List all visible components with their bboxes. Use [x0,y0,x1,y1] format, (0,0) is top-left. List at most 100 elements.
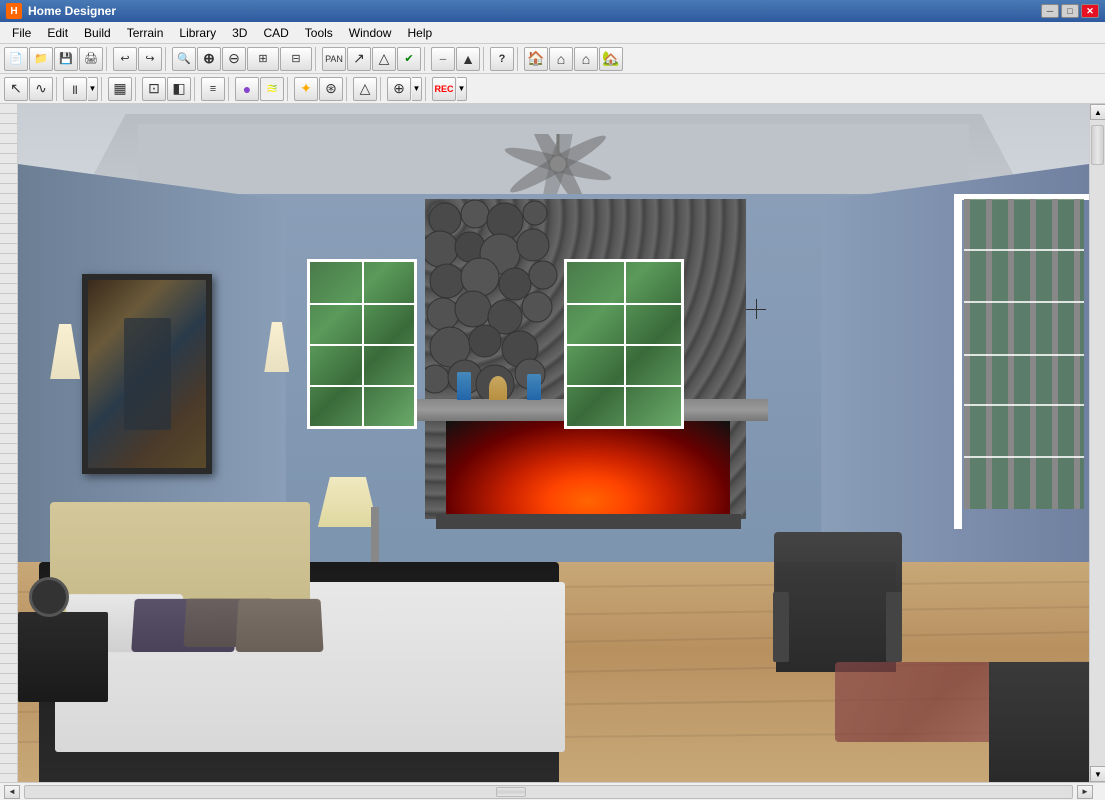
line-button[interactable]: ─ [431,47,455,71]
scrollbar-horizontal[interactable] [24,785,1073,799]
menu-item-edit[interactable]: Edit [39,24,76,42]
main-area: ▲ ▼ [0,104,1105,782]
separator-8 [101,77,105,101]
menu-item-terrain[interactable]: Terrain [119,24,172,42]
close-button[interactable]: ✕ [1081,4,1099,18]
curve-tool[interactable]: ∿ [29,77,53,101]
separator-10 [194,77,198,101]
wall-tool[interactable]: || [63,77,87,101]
minimize-button[interactable]: ─ [1041,4,1059,18]
help-button[interactable]: ? [490,47,514,71]
window-controls: ─ □ ✕ [1041,4,1099,18]
house1-button[interactable]: ⌂ [549,47,573,71]
mantel-vase-1 [457,372,471,400]
undo-button[interactable]: ↩ [113,47,137,71]
zoom-box-button[interactable]: ⊟ [280,47,312,71]
scrollbar-vertical[interactable]: ▲ ▼ [1089,104,1105,782]
left-ruler [0,104,18,782]
menu-bar: File Edit Build Terrain Library 3D CAD T… [0,22,1105,44]
armchair-arm-right [773,592,789,662]
spray-tool[interactable]: ⊛ [319,77,343,101]
separator-1 [106,47,110,71]
separator-4 [424,47,428,71]
menu-item-cad[interactable]: CAD [255,24,296,42]
toolbar-1: 📄 📁 💾 🖨 ↩ ↪ 🔍 ⊕ ⊖ ⊞ ⊟ PAN ↗ △ ✔ ─ ▲ ? 🏠 … [0,44,1105,74]
separator-2 [165,47,169,71]
armchair [776,562,896,672]
roof-button[interactable]: 🏠 [524,47,548,71]
armchair-2 [989,662,1089,782]
pillow-4 [235,599,323,652]
select-tool[interactable]: ↖ [4,77,28,101]
print-button[interactable]: 🖨 [79,47,103,71]
texture-tool[interactable]: ≋ [260,77,284,101]
move-dropdown[interactable]: ▼ [412,77,422,101]
status-bar: ◄ ► [0,782,1105,800]
scroll-track-vertical[interactable] [1090,120,1105,766]
window-right [564,259,684,429]
menu-item-window[interactable]: Window [341,24,400,42]
door-tool[interactable]: ◧ [167,77,191,101]
separator-13 [346,77,350,101]
save-button[interactable]: 💾 [54,47,78,71]
move-dropdown-arrow[interactable]: ▼ [412,77,422,101]
separator-9 [135,77,139,101]
orbit-button[interactable]: ↗ [347,47,371,71]
light-tool[interactable]: ✦ [294,77,318,101]
artwork-frame [82,274,212,474]
zoom-in-button[interactable]: ⊕ [197,47,221,71]
stair-tool[interactable]: ≡ [201,77,225,101]
separator-6 [517,47,521,71]
door-glass-right [964,199,1084,509]
title-bar: H Home Designer ─ □ ✕ [0,0,1105,22]
scroll-right-button[interactable]: ► [1077,785,1093,799]
menu-item-help[interactable]: Help [399,24,440,42]
window-title: Home Designer [28,4,1041,18]
open-button[interactable]: 📁 [29,47,53,71]
menu-item-tools[interactable]: Tools [297,24,341,42]
fence-button[interactable]: △ [372,47,396,71]
rec-dropdown[interactable]: ▼ [457,77,467,101]
rec-dropdown-arrow[interactable]: ▼ [457,77,467,101]
arrow-up-tool[interactable]: △ [353,77,377,101]
scroll-down-button[interactable]: ▼ [1090,766,1105,782]
restore-button[interactable]: □ [1061,4,1079,18]
material-tool[interactable]: ● [235,77,259,101]
wall-dropdown-arrow[interactable]: ▼ [88,77,98,101]
nightstand [18,612,108,702]
artwork-image [88,280,206,468]
menu-item-file[interactable]: File [4,24,39,42]
separator-5 [483,47,487,71]
house3-button[interactable]: 🏡 [599,47,623,71]
separator-7 [56,77,60,101]
separator-3 [315,47,319,71]
zoom-fit-button[interactable]: ⊞ [247,47,279,71]
menu-item-build[interactable]: Build [76,24,119,42]
scroll-left-button[interactable]: ◄ [4,785,20,799]
viewport[interactable] [18,104,1089,782]
redo-button[interactable]: ↪ [138,47,162,71]
move-tool[interactable]: ⊕ [387,77,411,101]
scroll-thumb-vertical[interactable] [1091,125,1104,165]
menu-item-library[interactable]: Library [171,24,224,42]
menu-item-3d[interactable]: 3D [224,24,255,42]
rec-button[interactable]: REC [432,77,456,101]
zoom-realsize-button[interactable]: 🔍 [172,47,196,71]
scroll-up-button[interactable]: ▲ [1090,104,1105,120]
pan-button[interactable]: PAN [322,47,346,71]
wall-dropdown[interactable]: ▼ [88,77,98,101]
mantel-vase-3 [527,374,541,400]
fireplace-bottom [436,514,741,529]
triangle-button[interactable]: ▲ [456,47,480,71]
app-icon: H [6,3,22,19]
check-button[interactable]: ✔ [397,47,421,71]
fireplace [446,421,730,521]
scroll-thumb-horizontal[interactable] [496,787,526,797]
new-button[interactable]: 📄 [4,47,28,71]
window-tool[interactable]: ⊡ [142,77,166,101]
zoom-out-button[interactable]: ⊖ [222,47,246,71]
fill-tool[interactable]: ▦ [108,77,132,101]
mantel-vase-2 [489,376,507,400]
house2-button[interactable]: ⌂ [574,47,598,71]
ceiling-fan [468,134,648,194]
